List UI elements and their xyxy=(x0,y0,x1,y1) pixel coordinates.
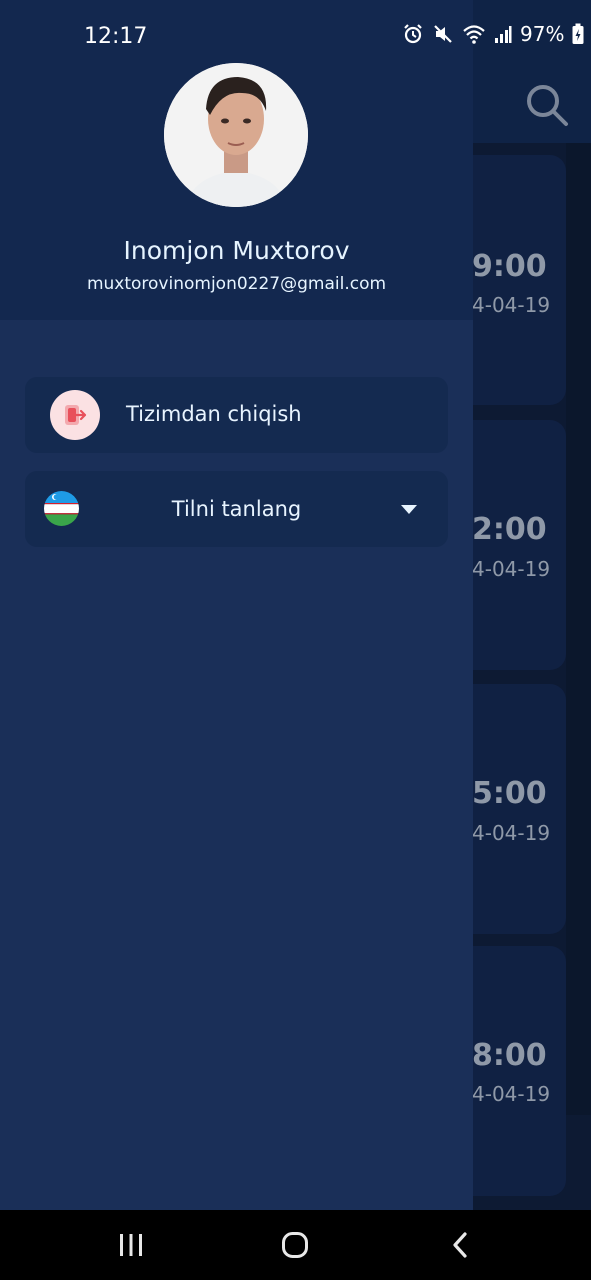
status-icons: 97% xyxy=(402,22,584,46)
home-icon[interactable] xyxy=(280,1230,310,1260)
logout-icon xyxy=(50,390,100,440)
background-card-date: 4-04-19 xyxy=(472,821,551,845)
caret-down-icon xyxy=(401,505,417,514)
background-card-date: 4-04-19 xyxy=(472,293,551,317)
language-selector[interactable]: Tilni tanlang xyxy=(25,471,448,547)
back-icon[interactable] xyxy=(446,1230,476,1260)
alarm-icon xyxy=(404,24,422,44)
battery-percent: 97% xyxy=(520,22,565,46)
profile-name: Inomjon Muxtorov xyxy=(123,236,350,265)
background-card-time: 9:00 xyxy=(472,249,547,284)
background-card-date: 4-04-19 xyxy=(472,1082,551,1106)
background-card-time: 5:00 xyxy=(472,776,547,811)
signal-icon xyxy=(495,26,512,43)
status-bar: 12:17 97% xyxy=(0,0,591,76)
background-card-time: 2:00 xyxy=(472,512,547,547)
mute-icon xyxy=(434,25,452,43)
recent-apps-icon[interactable] xyxy=(116,1230,146,1260)
background-card-date: 4-04-19 xyxy=(472,557,551,581)
language-label: Tilni tanlang xyxy=(171,497,302,521)
profile-email: muxtorovinomjon0227@gmail.com xyxy=(86,274,387,294)
avatar-photo xyxy=(164,63,308,207)
background-strip xyxy=(566,143,591,1115)
system-navigation-bar xyxy=(0,1210,591,1280)
navigation-drawer: Inomjon Muxtorov muxtorovinomjon0227@gma… xyxy=(0,0,473,1210)
background-card-time: 8:00 xyxy=(472,1038,547,1073)
wifi-icon xyxy=(463,25,485,44)
status-time: 12:17 xyxy=(84,24,148,49)
logout-label: Tizimdan chiqish xyxy=(126,402,302,426)
logout-button[interactable]: Tizimdan chiqish xyxy=(25,377,448,453)
battery-icon xyxy=(572,23,584,44)
avatar xyxy=(164,63,308,207)
search-icon[interactable] xyxy=(524,82,570,128)
